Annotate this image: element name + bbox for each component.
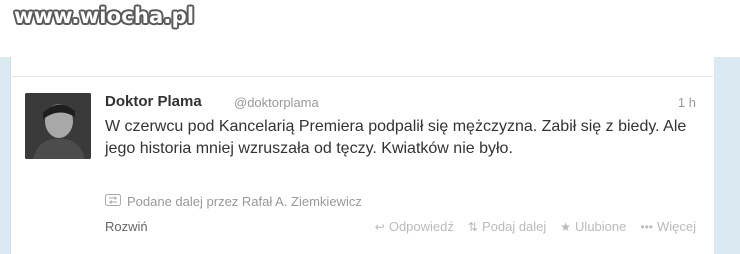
site-watermark: www.wiocha.pl [14,4,195,28]
tweet-text: W czerwcu pod Kancelarią Premiera podpal… [105,118,687,157]
reply-button[interactable]: ↩ Odpowiedź [375,219,454,234]
favorite-label: Ulubione [575,219,627,234]
avatar[interactable] [25,93,91,159]
author-handle[interactable]: @doktorplama [234,95,319,110]
star-icon: ★ [560,219,572,234]
retweet-context: Podane dalej przez Rafał A. Ziemkiewicz [105,194,362,209]
favorite-button[interactable]: ★ Ulubione [560,219,626,234]
retweet-icon: ⇅ [467,219,478,234]
more-label: Więcej [656,219,696,234]
tweet-actions: ↩ Odpowiedź ⇅ Podaj dalej ★ Ulubione •••… [375,219,696,234]
expand-link[interactable]: Rozwiń [105,219,148,234]
retweet-label: Podaj dalej [481,219,547,234]
retweet-button[interactable]: ⇅ Podaj dalej [468,219,546,234]
retweet-icon [105,194,121,209]
reply-icon: ↩ [374,219,385,234]
more-dots-icon: ••• [640,219,653,234]
tweet-timestamp[interactable]: 1 h [678,95,696,110]
author-name[interactable]: Doktor Plama [105,93,202,110]
more-button[interactable]: ••• Więcej [640,219,696,234]
reply-label: Odpowiedź [388,219,454,234]
retweet-context-label[interactable]: Podane dalej przez Rafał A. Ziemkiewicz [127,194,362,209]
divider [10,76,713,77]
